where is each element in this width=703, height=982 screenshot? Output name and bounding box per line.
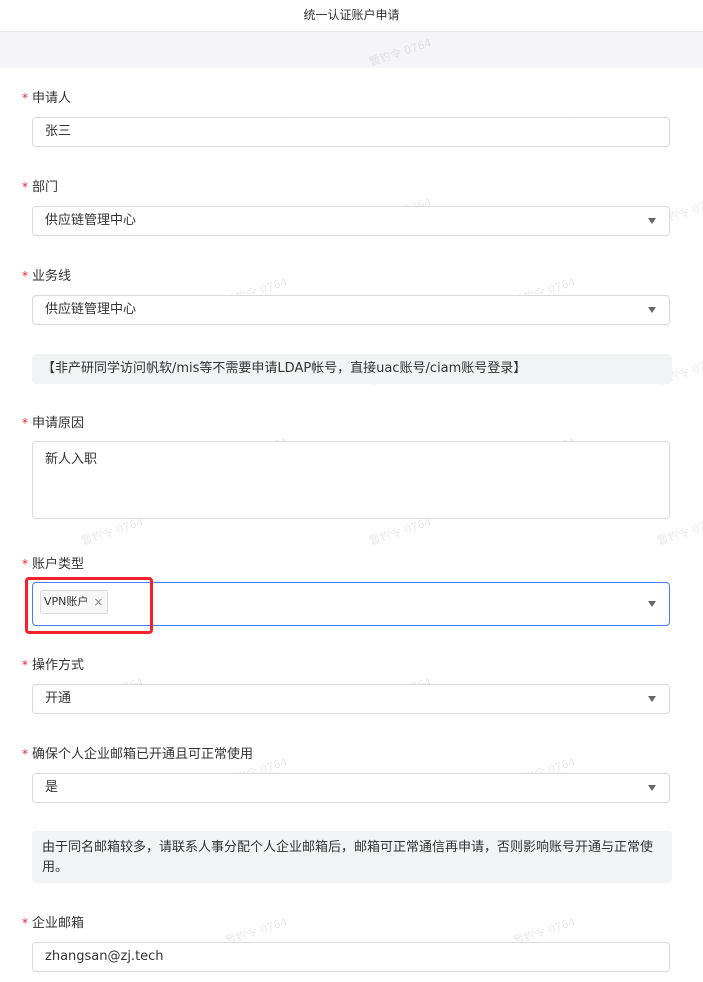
- email-label: * 企业邮箱: [22, 913, 84, 933]
- email-notice: 由于同名邮箱较多，请联系人事分配个人企业邮箱后，邮箱可正常通信再申请，否则影响账…: [32, 831, 672, 883]
- applicant-input[interactable]: 张三: [32, 117, 670, 147]
- account-type-label: * 账户类型: [22, 554, 84, 574]
- email-confirm-label-text: 确保个人企业邮箱已开通且可正常使用: [32, 747, 254, 762]
- dropdown-arrow-icon: [648, 785, 656, 791]
- email-confirm-label: * 确保个人企业邮箱已开通且可正常使用: [22, 744, 253, 764]
- department-label: * 部门: [22, 177, 58, 197]
- required-mark: *: [22, 180, 28, 194]
- required-mark: *: [22, 416, 28, 430]
- dropdown-arrow-icon: [648, 696, 656, 702]
- business-line-value: 供应链管理中心: [45, 302, 137, 317]
- dropdown-arrow-icon: [648, 307, 656, 313]
- required-mark: *: [22, 269, 28, 283]
- business-line-label-text: 业务线: [32, 269, 72, 284]
- applicant-value: 张三: [45, 124, 72, 139]
- header-band: [0, 32, 703, 68]
- account-type-label-text: 账户类型: [32, 557, 85, 572]
- applicant-label-text: 申请人: [32, 91, 72, 106]
- annotation-highlight-box: [25, 577, 153, 634]
- reason-label-text: 申请原因: [32, 416, 85, 431]
- page-title: 统一认证账户申请: [0, 0, 703, 32]
- required-mark: *: [22, 658, 28, 672]
- business-line-label: * 业务线: [22, 266, 71, 286]
- operation-label-text: 操作方式: [32, 658, 85, 673]
- operation-label: * 操作方式: [22, 655, 84, 675]
- business-line-select[interactable]: 供应链管理中心: [32, 295, 670, 325]
- reason-value: 新人入职: [45, 452, 98, 467]
- department-value: 供应链管理中心: [45, 213, 137, 228]
- required-mark: *: [22, 557, 28, 571]
- email-confirm-select[interactable]: 是: [32, 773, 670, 803]
- email-label-text: 企业邮箱: [32, 916, 85, 931]
- required-mark: *: [22, 91, 28, 105]
- dropdown-arrow-icon: [648, 218, 656, 224]
- department-label-text: 部门: [32, 180, 59, 195]
- reason-textarea[interactable]: 新人入职: [32, 441, 670, 519]
- required-mark: *: [22, 747, 28, 761]
- email-input[interactable]: zhangsan@zj.tech: [32, 942, 670, 972]
- reason-label: * 申请原因: [22, 413, 84, 433]
- required-mark: *: [22, 916, 28, 930]
- operation-value: 开通: [45, 691, 72, 706]
- ldap-notice: 【非产研同学访问帆软/mis等不需要申请LDAP帐号，直接uac账号/ciam账…: [32, 354, 672, 384]
- operation-select[interactable]: 开通: [32, 684, 670, 714]
- email-value: zhangsan@zj.tech: [45, 949, 164, 964]
- dropdown-arrow-icon: [648, 601, 656, 607]
- email-confirm-value: 是: [45, 780, 59, 795]
- department-select[interactable]: 供应链管理中心: [32, 206, 670, 236]
- applicant-label: * 申请人: [22, 88, 71, 108]
